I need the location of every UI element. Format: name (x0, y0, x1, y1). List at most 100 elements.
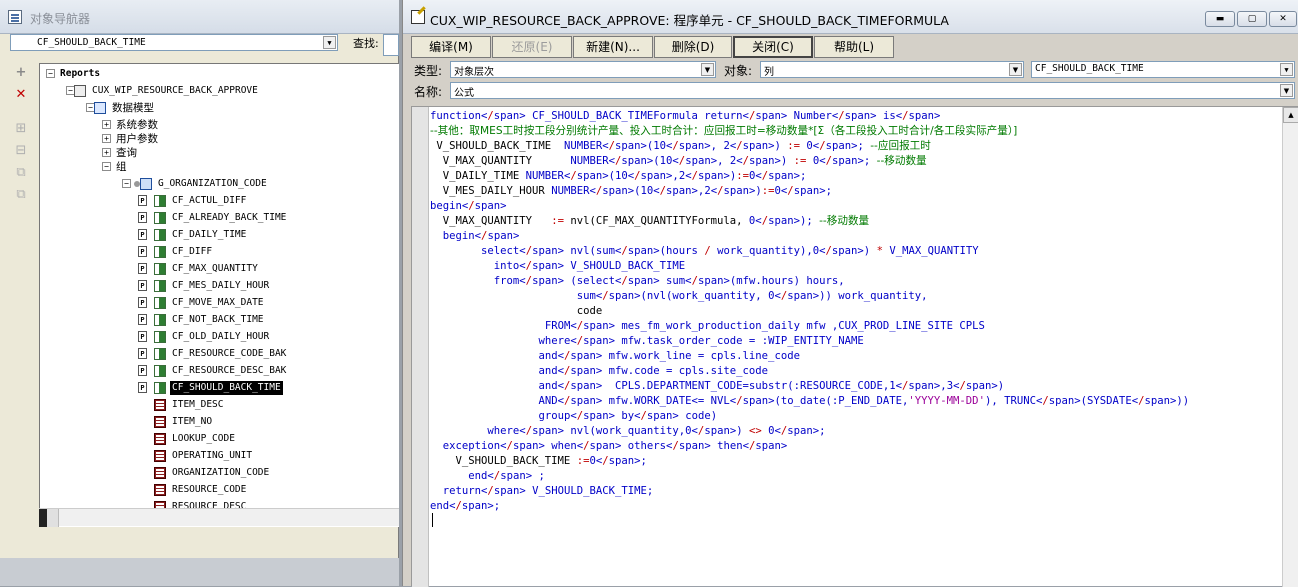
tree-node-label: 系统参数 (116, 119, 158, 131)
plsql-trigger-icon: P (138, 246, 147, 257)
tree-node-label: CF_SHOULD_BACK_TIME (170, 381, 283, 395)
data-model-icon (94, 102, 106, 114)
formula-column-icon (154, 229, 166, 241)
collapse-icon[interactable]: ⊟ (13, 143, 29, 159)
chevron-down-icon[interactable]: ▼ (1009, 63, 1022, 76)
object-select[interactable]: 列 ▼ (760, 61, 1024, 78)
code-line: --其他：取MES工时按工段分别统计产量、投入工时合计：应回报工时=移动数量*[… (430, 125, 1018, 137)
code-line: into</span> V_SHOULD_BACK_TIME (493, 260, 686, 272)
plsql-trigger-icon: P (138, 212, 147, 223)
code-line: V_SHOULD_BACK_TIME :=0</span>; (430, 455, 647, 467)
tree-horizontal-scrollbar[interactable] (39, 508, 399, 527)
code-line: V_SHOULD_BACK_TIME NUMBER</span>(10</spa… (430, 140, 931, 152)
delete-icon[interactable]: ✕ (13, 87, 29, 103)
type-label: 类型: (414, 64, 443, 78)
plsql-trigger-icon: P (138, 280, 147, 291)
code-editor[interactable]: function</span> CF_SHOULD_BACK_TIMEFormu… (411, 106, 1298, 587)
formula-column-icon (154, 212, 166, 224)
tree-node-label: CF_ACTUL_DIFF (172, 195, 247, 206)
code-line: begin</span> (430, 200, 507, 212)
tree-node-label: CF_OLD_DAILY_HOUR (172, 331, 270, 342)
navigator-object-select-value: CF_SHOULD_BACK_TIME (37, 37, 146, 48)
navigator-app-icon (8, 10, 22, 24)
code-line: group</span> by</span> code) (538, 410, 718, 422)
name-label: 名称: (414, 85, 443, 99)
object-name-select[interactable]: CF_SHOULD_BACK_TIME ▼ (1031, 61, 1295, 78)
group-icon (140, 178, 152, 190)
navigator-title-bar: 对象导航器 (0, 0, 399, 34)
collapse-node-icon[interactable]: − (122, 179, 131, 188)
code-line: end</span>; (430, 500, 501, 512)
code-line: function</span> CF_SHOULD_BACK_TIMEFormu… (430, 110, 941, 122)
name-select[interactable]: 公式 ▼ (450, 82, 1295, 99)
expand-node-icon[interactable]: + (102, 120, 111, 129)
new-button[interactable]: 新建(N)... (573, 36, 653, 58)
code-line: code (430, 305, 603, 317)
code-line: where</span> nvl(work_quantity,0</span>)… (487, 425, 826, 437)
compile-button[interactable]: 编译(M) (411, 36, 491, 58)
chevron-down-icon[interactable]: ▼ (701, 63, 714, 76)
collapse-node-icon[interactable]: − (46, 69, 55, 78)
tree-node-label: CF_RESOURCE_DESC_BAK (172, 365, 287, 376)
code-line: and</span> mfw.work_line = cpls.line_cod… (538, 350, 800, 362)
type-select-value: 对象层次 (454, 67, 494, 78)
tree-node-label: CF_MES_DAILY_HOUR (172, 280, 270, 291)
tree-node-label: 查询 (116, 147, 137, 159)
expand-node-icon[interactable]: + (102, 148, 111, 157)
plsql-trigger-icon: P (138, 348, 147, 359)
program-unit-editor-window: CUX_WIP_RESOURCE_BACK_APPROVE: 程序单元 - CF… (402, 0, 1298, 587)
code-text[interactable]: function</span> CF_SHOULD_BACK_TIMEFormu… (430, 109, 1282, 585)
code-line: FROM</span> mes_fm_work_production_daily… (544, 320, 985, 332)
name-select-value: 公式 (454, 88, 474, 99)
tree-node-label: CF_ALREADY_BACK_TIME (172, 212, 287, 223)
formula-column-icon (154, 331, 166, 343)
revert-button[interactable]: 还原(E) (492, 36, 572, 58)
tree-node-label: RESOURCE_CODE (172, 484, 247, 495)
close-button[interactable]: 关闭(C) (733, 36, 813, 58)
navigator-status-area (0, 558, 399, 586)
plsql-trigger-icon: P (138, 382, 147, 393)
code-line: V_MAX_QUANTITY := nvl(CF_MAX_QUANTITYFor… (430, 215, 870, 227)
text-caret (432, 513, 433, 527)
navigator-object-select[interactable]: CF_SHOULD_BACK_TIME ▼ (10, 34, 338, 51)
delete-button[interactable]: 删除(D) (654, 36, 732, 58)
expand-icon[interactable]: ⊞ (13, 121, 29, 137)
code-line: exception</span> when</span> others</spa… (442, 440, 788, 452)
formula-column-icon (154, 382, 166, 394)
chevron-down-icon[interactable]: ▼ (1280, 63, 1293, 76)
plsql-trigger-icon: P (138, 229, 147, 240)
code-line: from</span> (select</span> sum</span>(mf… (493, 275, 845, 287)
chevron-down-icon[interactable]: ▼ (323, 36, 336, 49)
formula-column-icon (154, 365, 166, 377)
maximize-icon[interactable]: ▢ (1237, 11, 1267, 27)
tree-node-label: LOOKUP_CODE (172, 433, 235, 444)
code-line: V_MES_DAILY_HOUR NUMBER</span>(10</span>… (430, 185, 832, 197)
code-line: return</span> V_SHOULD_BACK_TIME; (442, 485, 654, 497)
scroll-up-icon[interactable]: ▲ (1283, 107, 1298, 123)
code-line: AND</span> mfw.WORK_DATE<= NVL</span>(to… (538, 395, 1190, 407)
database-column-icon (154, 484, 166, 496)
expand-all-icon[interactable]: ⧉ (13, 165, 29, 181)
editor-title: CUX_WIP_RESOURCE_BACK_APPROVE: 程序单元 - CF… (430, 13, 949, 28)
database-column-icon (154, 433, 166, 445)
collapse-node-icon[interactable]: − (102, 162, 111, 171)
type-select[interactable]: 对象层次 ▼ (450, 61, 716, 78)
formula-column-icon (154, 263, 166, 275)
code-line: where</span> mfw.task_order_code = :WIP_… (538, 335, 864, 347)
close-icon[interactable]: ✕ (1269, 11, 1297, 27)
object-label: 对象: (724, 64, 753, 78)
object-tree: − Reports − CUX_WIP_RESOURCE_BACK_APPROVE − 数… (39, 63, 399, 527)
tree-node-label: ORGANIZATION_CODE (172, 467, 270, 478)
minimize-icon[interactable]: ▬ (1205, 11, 1235, 27)
help-button[interactable]: 帮助(L) (814, 36, 894, 58)
code-vertical-scrollbar[interactable]: ▲ (1282, 107, 1298, 587)
expand-node-icon[interactable]: + (102, 134, 111, 143)
chevron-down-icon[interactable]: ▼ (1280, 84, 1293, 97)
formula-column-icon (154, 280, 166, 292)
tree-node-label: CF_NOT_BACK_TIME (172, 314, 264, 325)
create-icon[interactable]: + (13, 65, 29, 81)
collapse-all-icon[interactable]: ⧉ (13, 187, 29, 203)
navigator-title: 对象导航器 (30, 12, 91, 26)
find-input[interactable] (383, 34, 399, 56)
tree-node-label: CF_MOVE_MAX_DATE (172, 297, 264, 308)
